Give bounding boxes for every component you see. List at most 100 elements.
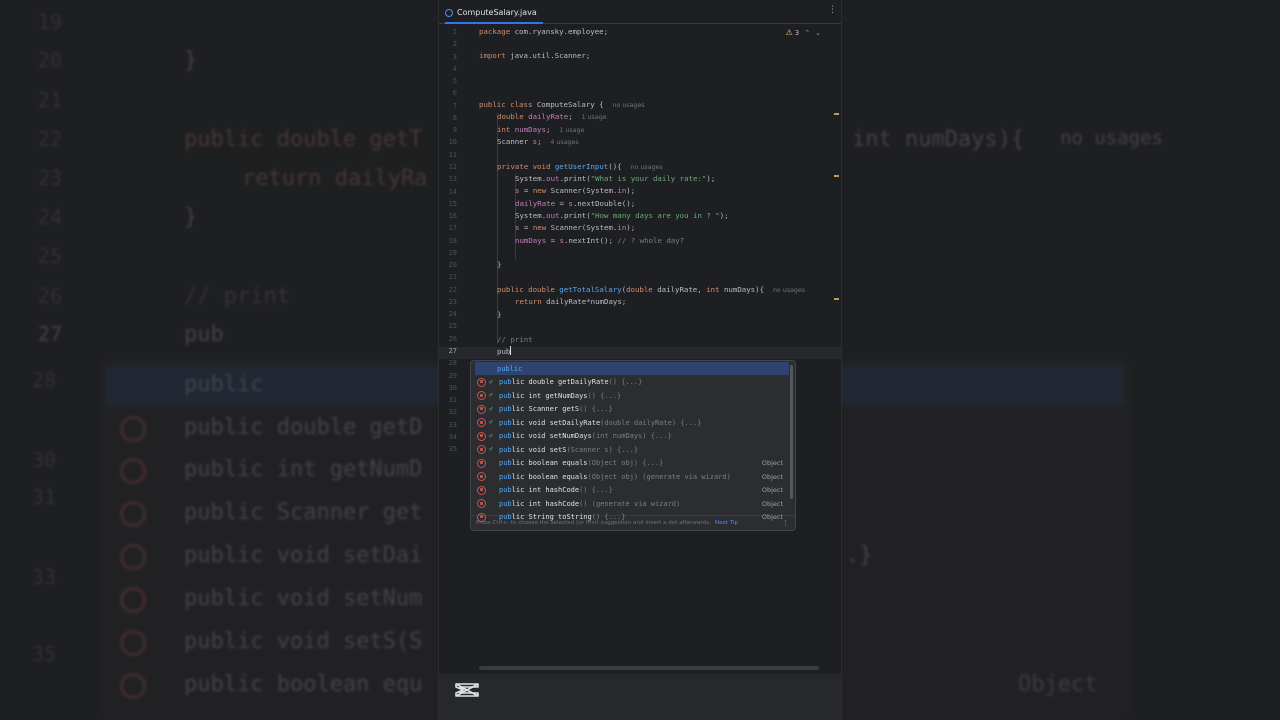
chevron-down-icon[interactable]: ⌄ [815,29,821,37]
match-text: pub [499,418,512,427]
visibility-icon [489,460,496,467]
completion-text: lic void setS [511,445,567,454]
completion-item-method[interactable]: ♂ pub lic void setDailyRate (double dailyRa… [475,416,789,429]
line-number: 32 [448,408,457,417]
completion-item-method[interactable]: pub lic String toString() {...} Object [475,511,789,524]
chevron-up-icon[interactable]: ⌃ [804,29,810,37]
completion-text: lic boolean equals [511,459,588,467]
line-number: 3 [452,52,457,61]
class-icon [445,9,453,17]
capcut-logo-icon [455,683,479,697]
code-line-8: double dailyRate; 1 usage [497,112,607,121]
line-number: 19 [448,248,457,257]
completion-type: Object [761,459,783,467]
code-line-23: return dailyRate*numDays; [515,297,627,306]
code-line-13: System.out.print("What is your daily rat… [515,174,716,183]
line-number: 12 [448,162,457,171]
completion-type: Object [761,472,783,481]
tab-compute-salary[interactable]: ComputeSalary.java [445,4,543,24]
text-caret [510,346,512,355]
match-text: pub [499,391,512,400]
method-icon [477,485,486,495]
code-line-27[interactable]: pub [497,346,512,358]
completion-item-method[interactable]: ♂ pub lic void setNumDays (int numDays) {..… [475,430,789,443]
warnings-count: 3 [794,28,800,37]
completion-signature: () {...} [579,405,613,413]
match-text: pub [497,364,510,373]
method-icon [477,391,486,400]
line-number: 2 [452,40,457,49]
code-completion-popup[interactable]: Press Ctrl+. to choose the selected (or … [470,360,796,531]
right-shade [842,0,1280,720]
completion-text: lic boolean equals [511,472,588,481]
line-number: 23 [448,297,457,306]
line-number: 15 [448,199,457,208]
code-line-20: } [497,260,502,269]
error-stripe-mark[interactable] [834,175,839,177]
visibility-icon: ♂ [489,378,493,386]
completion-item-method[interactable]: pub lic int hashCode() {...} Object [475,484,789,497]
completion-signature: () {...} [587,391,622,400]
code-line-24: } [497,310,502,319]
completion-item-method[interactable]: pub lic int hashCode() (generate via wiza… [475,497,789,510]
completion-signature: (double dailyRate) {...} [600,418,702,427]
completion-type: Object [761,513,783,521]
completion-text: lic [509,364,523,373]
completion-item-method[interactable]: ♂ pub lic int getNumDays() {...} [475,389,789,402]
active-tab-indicator [445,22,543,24]
completion-item-keyword[interactable]: pub lic [475,362,789,375]
horizontal-scrollbar[interactable] [479,666,819,670]
line-number: 1 [452,28,457,36]
code-line-3: import java.util.Scanner; [479,51,591,60]
line-number: 26 [448,334,457,343]
line-number: 8 [452,113,457,122]
line-number: 28 [448,359,457,368]
line-number: 14 [448,187,457,196]
code-line-17: s = new Scanner(System.in); [515,223,636,232]
error-stripe-mark[interactable] [834,298,839,300]
completion-item-method[interactable]: ♂ pub lic double getDailyRate() {...} [475,376,789,389]
method-icon [477,472,486,481]
line-number: 22 [448,285,457,294]
line-number: 4 [452,64,457,73]
completion-signature: () (generate via wizard) [579,499,681,508]
completion-item-method[interactable]: ♂ pub lic Scanner getS() {...} [475,403,789,416]
match-text: pub [499,499,512,508]
completion-signature: () {...} [579,486,613,494]
method-icon [477,431,486,441]
completion-item-method[interactable]: pub lic boolean equals (Object obj) (gener… [475,470,789,483]
line-number: 30 [448,383,457,392]
error-stripe-mark[interactable] [834,113,839,115]
method-icon [477,445,486,454]
completion-type: Object [761,486,783,494]
completion-text: lic int hashCode [511,486,580,494]
bottom-bar [439,674,841,720]
completion-signature: (Scanner s) {...} [566,445,639,454]
method-icon [477,418,486,427]
code-line-15: dailyRate = s.nextDouble(); [515,199,636,208]
completion-text: lic int getNumDays [511,391,588,400]
completion-text: lic Scanner getS [511,405,580,413]
code-line-14: s = new Scanner(System.in); [515,186,636,195]
line-number: 13 [448,175,457,184]
code-line-1: package com.ryansky.employee; [479,27,609,36]
kebab-icon[interactable]: ⋮ [828,6,837,15]
method-icon [477,377,486,387]
method-icon [477,458,486,468]
match-text: pub [499,405,512,413]
completion-item-method[interactable]: pub lic boolean equals (Object obj) {...} O… [475,457,789,470]
line-number: 7 [452,101,457,110]
completion-signature: () {...} [608,378,643,386]
completion-item-method[interactable]: ♂ pub lic void setS (Scanner s) {...} [475,443,789,456]
method-icon [477,499,486,508]
visibility-icon: ♂ [489,432,493,440]
completion-signature: () {...} [591,513,626,521]
line-number: 34 [448,432,457,441]
popup-scrollbar[interactable] [790,365,793,499]
completion-signature: (Object obj) {...} [587,459,664,467]
left-shade [0,0,438,720]
code-line-26: // print [497,335,533,344]
warning-triangle-icon: ⚠ [785,28,793,37]
visibility-icon [489,473,496,480]
inspection-widget[interactable]: ⚠ 3 ⌃ ⌄ [786,28,821,37]
